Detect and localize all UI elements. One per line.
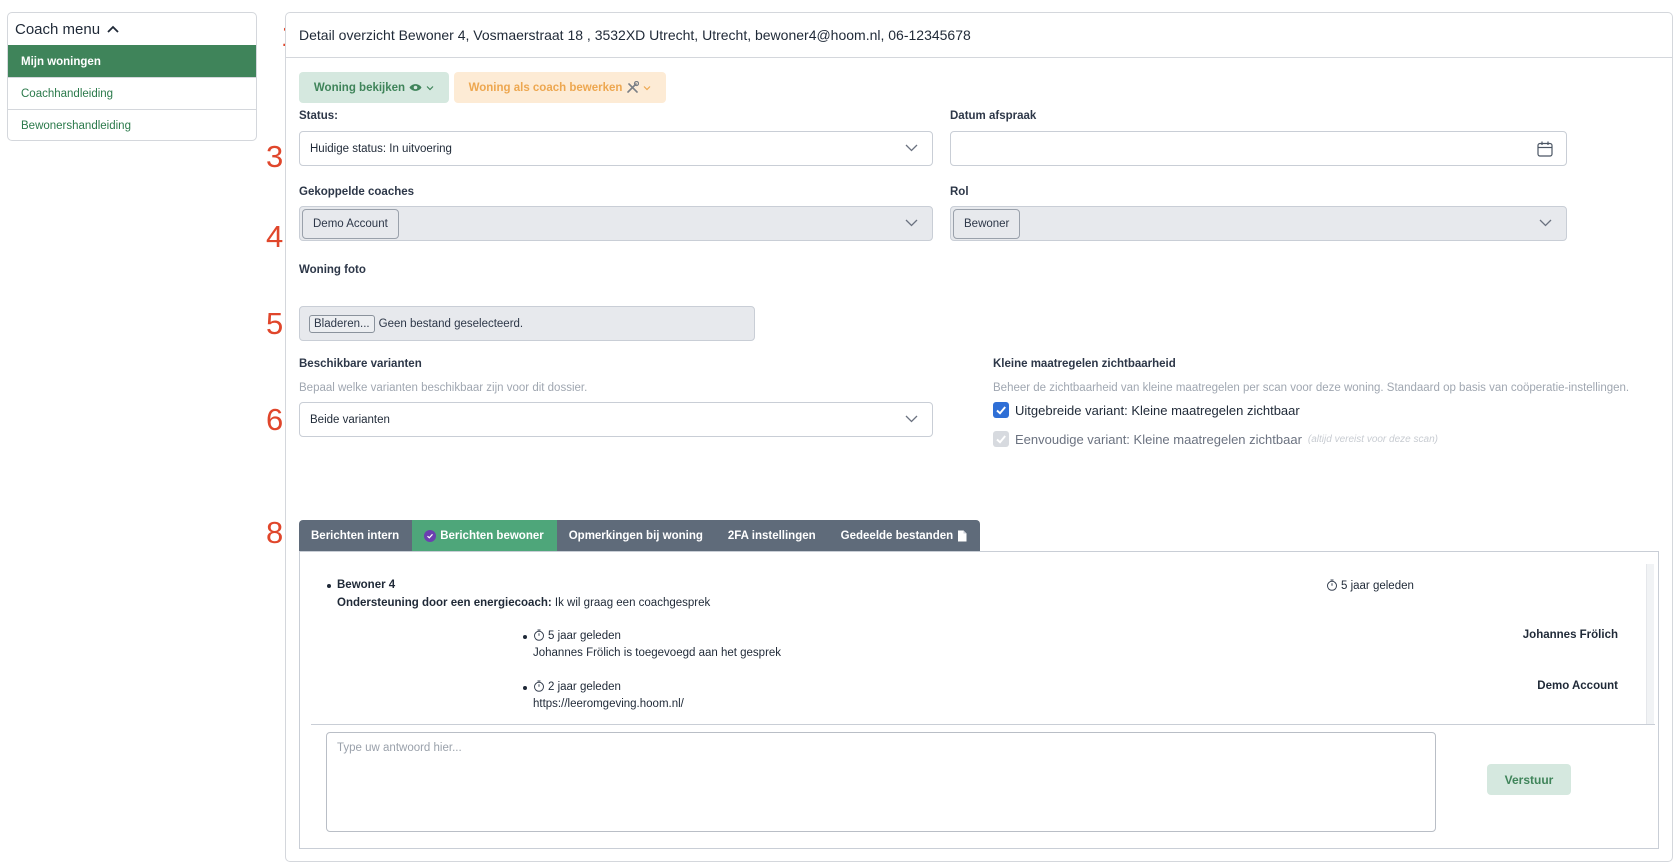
chevron-down-icon	[905, 144, 918, 152]
tab-label: 2FA instellingen	[727, 529, 816, 542]
stopwatch-icon	[534, 629, 544, 641]
tab-label: Berichten intern	[311, 529, 400, 542]
status-value: Huidige status: In uitvoering	[310, 142, 452, 155]
tab-2fa-instellingen[interactable]: 2FA instellingen	[715, 520, 829, 551]
annotation-4: 4	[266, 219, 284, 254]
visibility-help: Beheer de zichtbaarheid van kleine maatr…	[993, 382, 1630, 394]
send-button[interactable]: Verstuur	[1487, 764, 1571, 795]
list-bullet	[523, 686, 527, 690]
reply-author: Johannes Frölich	[1522, 629, 1618, 641]
tools-icon	[627, 81, 640, 93]
reply-author: Demo Account	[1537, 680, 1618, 692]
status-label: Status:	[299, 110, 338, 122]
stopwatch-icon	[534, 680, 544, 692]
calendar-icon[interactable]	[1536, 140, 1554, 158]
role-chip[interactable]: Bewoner	[953, 208, 1021, 239]
messages-scrollbar[interactable]	[1646, 564, 1654, 724]
tab-label: Berichten bewoner	[440, 529, 544, 542]
list-bullet	[327, 584, 331, 588]
coach-sidebar: Coach menu Mijn woningen Coachhandleidin…	[7, 12, 257, 141]
message-tabs: Berichten intern Berichten bewoner Opmer…	[299, 520, 981, 551]
simple-variant-checkbox	[993, 431, 1009, 447]
panel-divider	[311, 724, 1655, 725]
coach-chip[interactable]: Demo Account	[302, 208, 399, 239]
reply-time: 2 jaar geleden	[548, 681, 621, 693]
tab-berichten-bewoner[interactable]: Berichten bewoner	[412, 520, 557, 551]
sidebar-item-mijn-woningen[interactable]: Mijn woningen	[8, 45, 256, 77]
message-time: 5 jaar geleden	[1341, 580, 1414, 592]
variants-label: Beschikbare varianten	[299, 358, 422, 370]
tab-opmerkingen-bij-woning[interactable]: Opmerkingen bij woning	[556, 520, 716, 551]
extended-variant-checkbox[interactable]	[993, 402, 1009, 418]
coaches-label: Gekoppelde coaches	[299, 186, 415, 198]
tab-gedeelde-bestanden[interactable]: Gedeelde bestanden	[828, 520, 981, 551]
simple-variant-text: Eenvoudige variant: Kleine maatregelen z…	[1015, 431, 1302, 447]
view-house-button[interactable]: Woning bekijken	[299, 72, 449, 103]
message-timestamp: 5 jaar geleden	[1326, 579, 1414, 592]
variants-help: Bepaal welke varianten beschikbaar zijn …	[299, 382, 588, 394]
extended-variant-text: Uitgebreide variant: Kleine maatregelen …	[1015, 402, 1300, 418]
list-bullet	[523, 635, 527, 639]
file-icon	[958, 530, 967, 541]
eye-icon	[409, 84, 422, 91]
edit-as-coach-label: Woning als coach bewerken	[468, 81, 623, 94]
reply-textarea[interactable]: Type uw antwoord hier...	[326, 732, 1436, 832]
coaches-select[interactable]: Demo Account	[299, 206, 933, 241]
message-subject: Ondersteuning door een energiecoach:	[337, 597, 552, 609]
sidebar-item-bewonershandleiding[interactable]: Bewonershandleiding	[8, 109, 256, 140]
browse-button[interactable]: Bladeren...	[309, 314, 375, 333]
sidebar-item-coachhandleiding[interactable]: Coachhandleiding	[8, 77, 256, 109]
role-select[interactable]: Bewoner	[950, 206, 1567, 241]
chevron-down-icon	[643, 85, 651, 90]
annotation-8: 8	[266, 515, 284, 550]
visibility-label: Kleine maatregelen zichtbaarheid	[993, 358, 1176, 370]
variants-value: Beide varianten	[310, 413, 390, 426]
page-title: Detail overzicht Bewoner 4, Vosmaerstraa…	[286, 13, 1672, 58]
check-icon	[996, 435, 1006, 444]
sidebar-title: Coach menu	[15, 20, 101, 38]
chevron-down-icon	[905, 415, 918, 423]
chevron-down-icon	[426, 85, 434, 90]
simple-variant-note: (altijd vereist voor deze scan)	[1307, 433, 1438, 445]
reply-body: Johannes Frölich is toegevoegd aan het g…	[533, 647, 782, 659]
appointment-date-input[interactable]	[950, 131, 1567, 166]
edit-as-coach-button[interactable]: Woning als coach bewerken	[454, 72, 666, 103]
annotation-5: 5	[266, 306, 284, 341]
status-select[interactable]: Huidige status: In uitvoering	[299, 131, 933, 166]
tab-label: Gedeelde bestanden	[840, 529, 954, 542]
message-text: Ik wil graag een coachgesprek	[554, 597, 711, 609]
stopwatch-icon	[1327, 579, 1337, 591]
reply-timestamp: 5 jaar geleden	[533, 629, 621, 642]
appointment-date-label: Datum afspraak	[950, 110, 1037, 122]
tab-berichten-intern[interactable]: Berichten intern	[299, 520, 413, 551]
reply-time: 5 jaar geleden	[548, 630, 621, 642]
main-panel: Detail overzicht Bewoner 4, Vosmaerstraa…	[285, 12, 1673, 862]
reply-body: https://leeromgeving.hoom.nl/	[533, 698, 684, 710]
extended-variant-option[interactable]: Uitgebreide variant: Kleine maatregelen …	[993, 402, 1300, 418]
chevron-up-icon	[107, 25, 119, 33]
annotation-3: 3	[266, 139, 284, 174]
house-photo-label: Woning foto	[299, 264, 366, 276]
simple-variant-option: Eenvoudige variant: Kleine maatregelen z…	[993, 431, 1438, 447]
messages-panel: Bewoner 4 Ondersteuning door een energie…	[299, 551, 1659, 849]
role-label: Rol	[950, 186, 969, 198]
chevron-down-icon	[1539, 219, 1552, 227]
variants-select[interactable]: Beide varianten	[299, 402, 933, 437]
sidebar-header[interactable]: Coach menu	[8, 13, 256, 45]
chevron-down-icon	[905, 219, 918, 227]
check-icon	[996, 406, 1006, 415]
message-body: Ondersteuning door een energiecoach: Ik …	[337, 597, 710, 609]
house-photo-input[interactable]: Bladeren... Geen bestand geselecteerd.	[299, 306, 755, 341]
view-house-label: Woning bekijken	[313, 81, 406, 94]
file-status-text: Geen bestand geselecteerd.	[378, 317, 524, 330]
message-author: Bewoner 4	[337, 579, 396, 591]
annotation-6: 6	[266, 402, 284, 437]
tab-label: Opmerkingen bij woning	[568, 529, 703, 542]
check-circle-icon	[424, 529, 437, 542]
reply-timestamp: 2 jaar geleden	[533, 680, 621, 693]
